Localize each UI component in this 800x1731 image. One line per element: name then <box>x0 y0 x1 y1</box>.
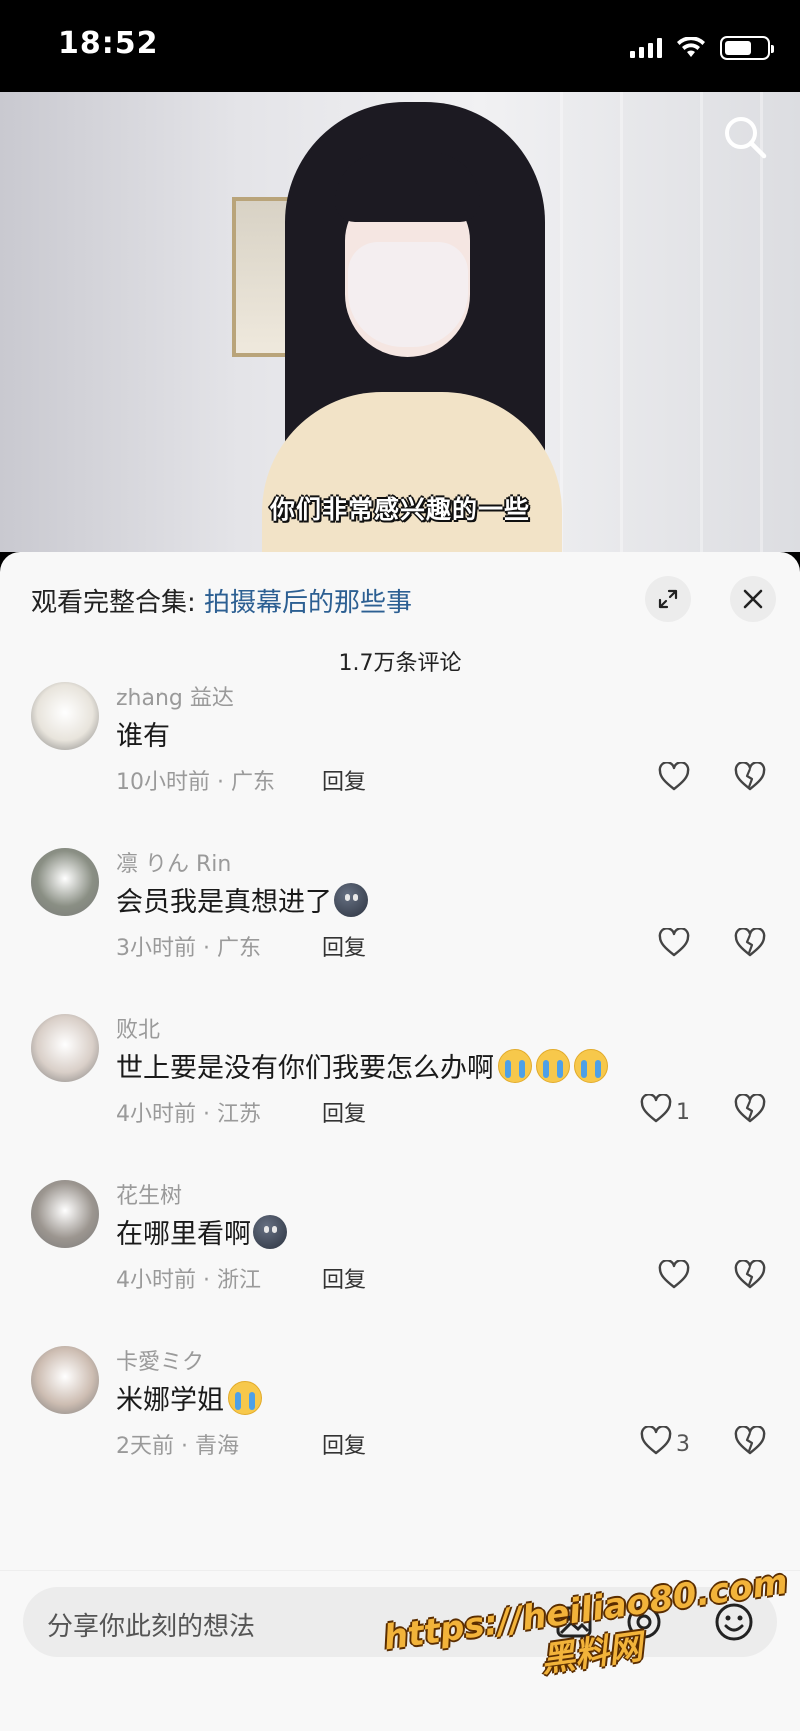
broken-heart-icon <box>734 927 766 962</box>
avatar[interactable] <box>31 1180 99 1248</box>
comment-text: 在哪里看啊 <box>116 1212 287 1251</box>
comment-text-content: 米娜学姐 <box>116 1385 224 1416</box>
broken-heart-icon <box>734 1259 766 1294</box>
comment-text-content: 世上要是没有你们我要怎么办啊 <box>116 1053 494 1084</box>
dislike-button[interactable] <box>734 1425 766 1460</box>
comment-meta: 10小时前 · 广东 <box>116 770 275 795</box>
comment-username[interactable]: 卡愛ミク <box>116 1344 204 1376</box>
avatar[interactable] <box>31 1346 99 1414</box>
comment-list[interactable]: · · · · zhang 益达 谁有 10小时前 · 广东 回复 凛 りん R… <box>0 672 800 1502</box>
heart-icon <box>658 927 690 964</box>
heart-icon <box>658 761 690 798</box>
broken-heart-icon <box>734 1425 766 1460</box>
dark-face-emoji-icon <box>253 1214 287 1249</box>
signal-icon <box>630 38 662 58</box>
comment-username[interactable]: 败北 <box>116 1012 160 1044</box>
avatar[interactable] <box>31 1014 99 1082</box>
reply-button[interactable]: 回复 <box>322 1428 366 1460</box>
battery-icon <box>720 36 774 60</box>
like-button[interactable] <box>658 1259 694 1296</box>
crying-emoji-icon <box>228 1380 262 1415</box>
comment-text: 会员我是真想进了 <box>116 880 368 919</box>
comment-text-content: 在哪里看啊 <box>116 1219 251 1250</box>
like-count: 1 <box>676 1099 690 1125</box>
close-button[interactable] <box>730 576 776 622</box>
comment-meta: 4小时前 · 浙江 <box>116 1268 261 1293</box>
expand-button[interactable] <box>645 576 691 622</box>
dislike-button[interactable] <box>734 1259 766 1294</box>
collection-title[interactable]: 拍摄幕后的那些事 <box>204 588 412 618</box>
comment-username[interactable]: zhang 益达 <box>116 680 234 712</box>
wifi-icon <box>677 37 705 57</box>
avatar[interactable] <box>31 682 99 750</box>
comment-meta: 3小时前 · 广东 <box>116 936 261 961</box>
crying-emoji-icon <box>498 1048 532 1083</box>
comment-username[interactable]: 凛 りん Rin <box>116 846 231 878</box>
video-subtitle: 你们非常感兴趣的一些 <box>269 495 530 524</box>
comment-username[interactable]: 花生树 <box>116 1178 182 1210</box>
status-icons <box>630 36 774 60</box>
close-icon <box>743 589 763 609</box>
input-placeholder: 分享你此刻的想法 <box>47 1612 256 1642</box>
comment-meta: 2天前 · 青海 <box>116 1434 239 1459</box>
collection-prefix: 观看完整合集: <box>31 588 205 618</box>
reply-button[interactable]: 回复 <box>322 1262 366 1294</box>
dislike-button[interactable] <box>734 927 766 962</box>
comment-item[interactable]: zhang 益达 谁有 10小时前 · 广东 回复 <box>0 680 800 840</box>
comment-sheet: 观看完整合集: 拍摄幕后的那些事 1.7万条评论 · · · · zhang 益… <box>0 552 800 1731</box>
comment-text: 米娜学姐 <box>116 1378 262 1417</box>
heart-icon <box>640 1425 672 1462</box>
expand-icon <box>658 589 678 609</box>
like-button[interactable]: 3 <box>640 1425 690 1462</box>
comment-text-content: 谁有 <box>116 721 170 752</box>
comment-item[interactable]: 凛 りん Rin 会员我是真想进了 3小时前 · 广东 回复 <box>0 846 800 1006</box>
collection-link[interactable]: 观看完整合集: 拍摄幕后的那些事 <box>31 582 412 619</box>
avatar[interactable] <box>31 848 99 916</box>
like-button[interactable] <box>658 927 694 964</box>
search-icon[interactable] <box>720 112 770 162</box>
crying-emoji-icon <box>574 1048 608 1083</box>
like-count: 3 <box>676 1431 690 1457</box>
comment-text: 世上要是没有你们我要怎么办啊 <box>116 1046 608 1085</box>
heart-icon <box>658 1259 690 1296</box>
comment-text: 谁有 <box>116 714 170 753</box>
broken-heart-icon <box>734 1093 766 1128</box>
status-time: 18:52 <box>58 26 159 61</box>
like-button[interactable] <box>658 761 694 798</box>
reply-button[interactable]: 回复 <box>322 764 366 796</box>
comment-item[interactable]: 卡愛ミク 米娜学姐 2天前 · 青海 回复 3 <box>0 1344 800 1502</box>
dislike-button[interactable] <box>734 761 766 796</box>
comment-text-content: 会员我是真想进了 <box>116 887 332 918</box>
heart-icon <box>640 1093 672 1130</box>
like-button[interactable]: 1 <box>640 1093 690 1130</box>
broken-heart-icon <box>734 761 766 796</box>
crying-emoji-icon <box>536 1048 570 1083</box>
comment-item[interactable]: 花生树 在哪里看啊 4小时前 · 浙江 回复 <box>0 1178 800 1338</box>
video-player[interactable]: 你们非常感兴趣的一些 <box>0 92 800 552</box>
comment-item[interactable]: 败北 世上要是没有你们我要怎么办啊 4小时前 · 江苏 回复 1 <box>0 1012 800 1172</box>
reply-button[interactable]: 回复 <box>322 930 366 962</box>
status-bar: 18:52 <box>0 0 800 92</box>
reply-button[interactable]: 回复 <box>322 1096 366 1128</box>
dislike-button[interactable] <box>734 1093 766 1128</box>
dark-face-emoji-icon <box>334 882 368 917</box>
comment-meta: 4小时前 · 江苏 <box>116 1102 261 1127</box>
battery-level <box>725 41 751 55</box>
